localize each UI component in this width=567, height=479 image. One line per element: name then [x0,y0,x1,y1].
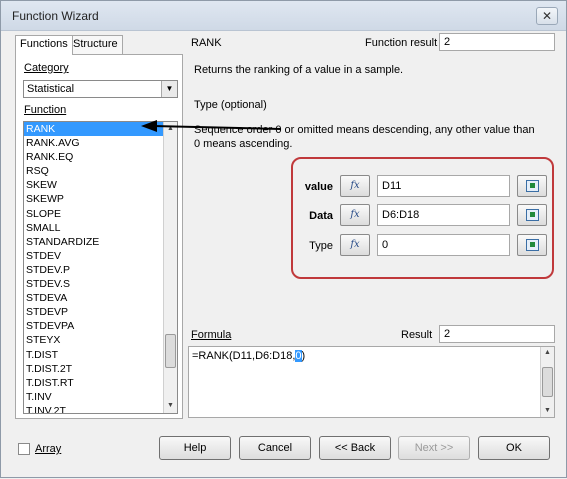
annotation-arrow-line [152,125,282,130]
annotation-arrow [141,120,282,132]
annotation-arrow-head [141,120,157,132]
tab-functions[interactable]: Functions [15,35,73,55]
function-wizard-dialog: Function Wizard ✕ Functions Structure Ca… [0,0,567,478]
